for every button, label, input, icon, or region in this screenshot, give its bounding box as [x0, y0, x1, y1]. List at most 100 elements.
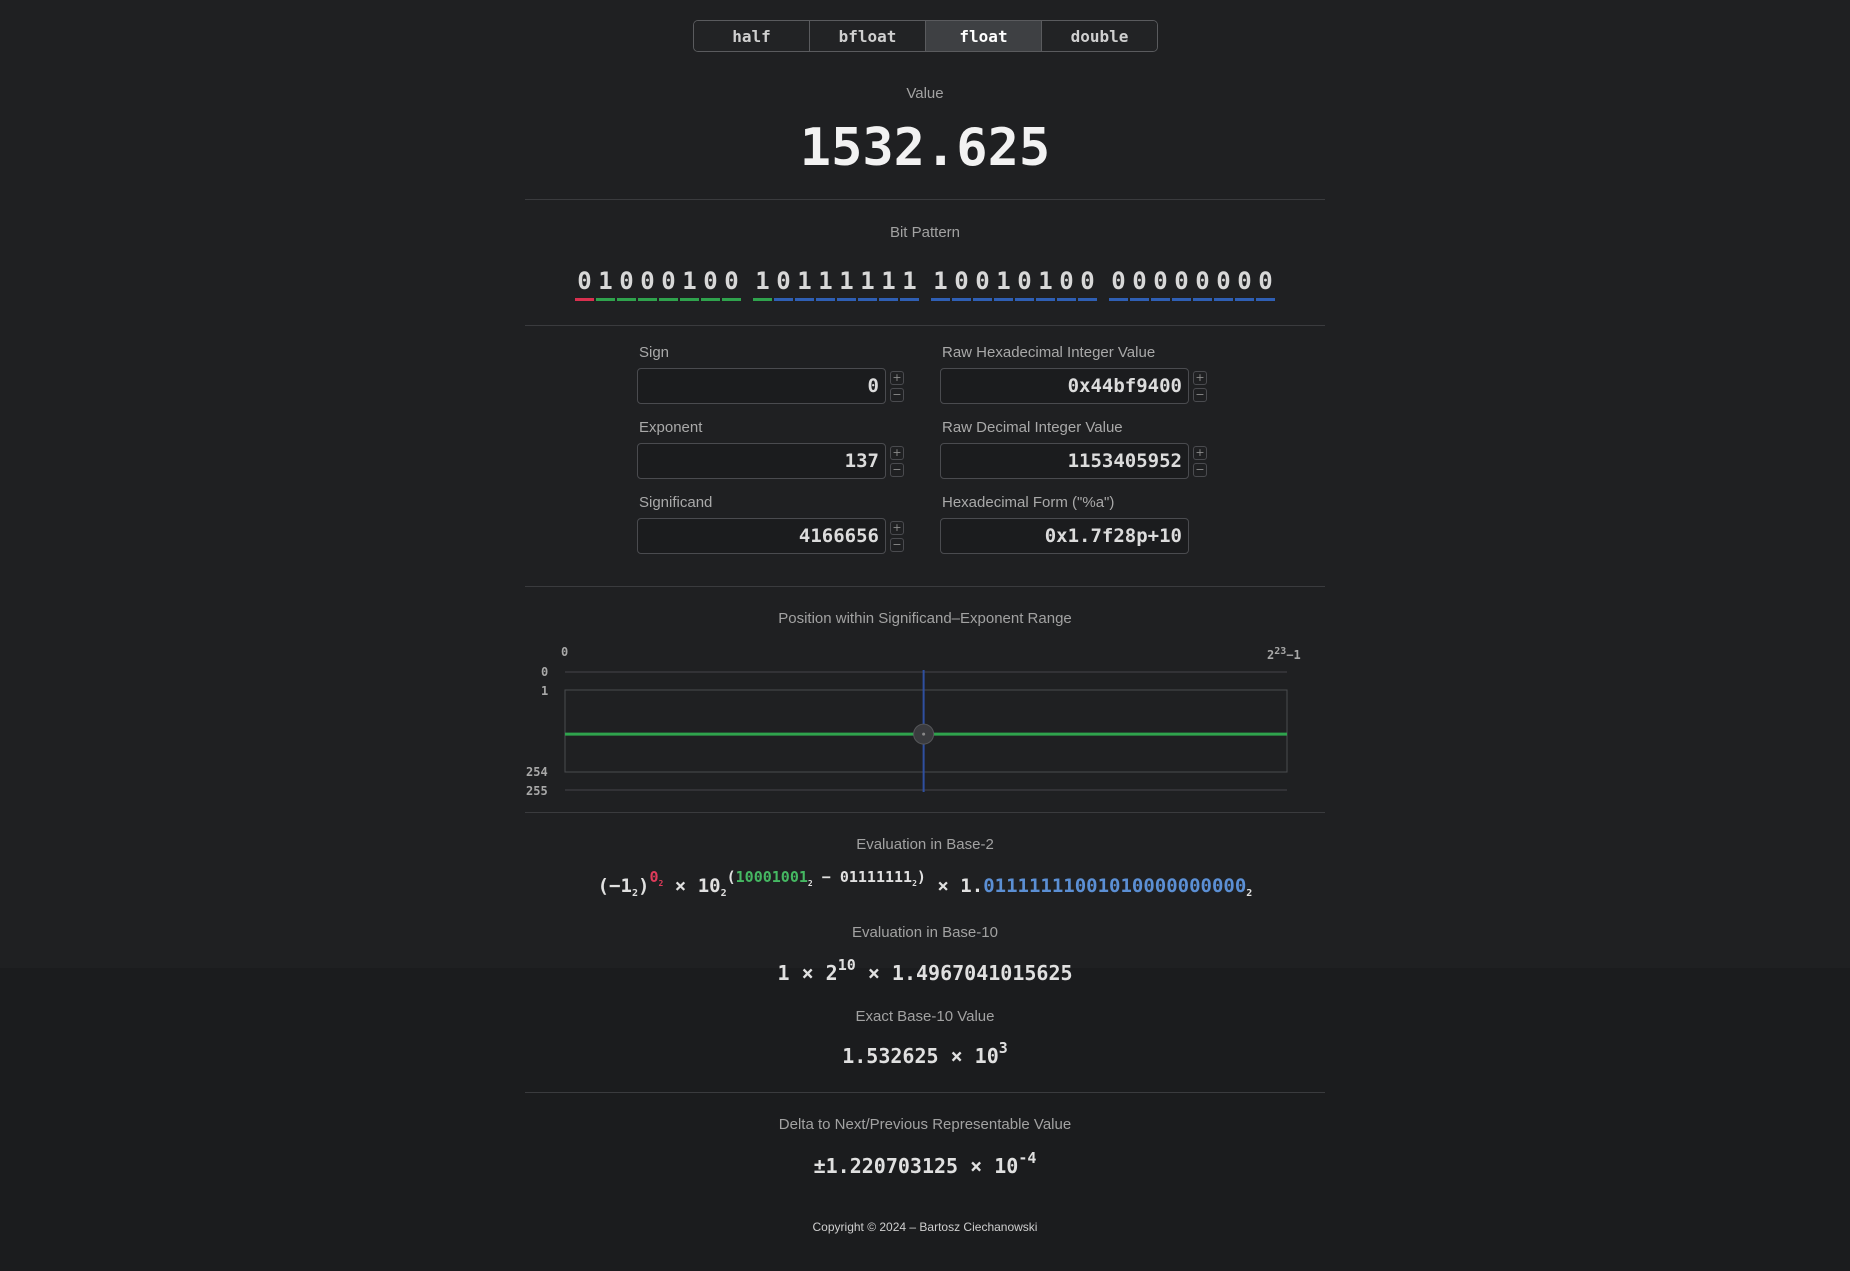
exact-expression: 1.532625 × 103 [525, 1039, 1325, 1068]
significand-input[interactable] [637, 518, 886, 554]
tab-float[interactable]: float [926, 21, 1042, 51]
sign-bit[interactable]: 0 [575, 266, 594, 301]
base2-subscript: 2 [1246, 888, 1253, 899]
significand-bit[interactable]: 0 [1235, 266, 1254, 301]
exponent-increment-button[interactable]: + [890, 445, 904, 460]
x-min-label: 0 [561, 645, 569, 659]
bit-group-gap [920, 266, 930, 301]
significand-bit[interactable]: 0 [1151, 266, 1170, 301]
significand-bit[interactable]: 1 [795, 266, 814, 301]
significand-increment-button[interactable]: + [890, 520, 904, 535]
base2-ten: 10 [697, 875, 721, 897]
significand-bit[interactable]: 0 [973, 266, 992, 301]
base10-mantissa: 1.4967041015625 [891, 961, 1073, 985]
hex-form-input[interactable] [940, 518, 1189, 554]
significand-bit[interactable]: 1 [879, 266, 898, 301]
divider [525, 586, 1325, 587]
hex-form-label: Hexadecimal Form ("%a") [942, 494, 1115, 511]
times-sign: × [937, 875, 949, 897]
significand-decrement-button[interactable]: − [890, 537, 904, 552]
exponent-bit[interactable]: 0 [659, 266, 678, 301]
significand-bit[interactable]: 0 [1214, 266, 1233, 301]
value-display[interactable]: 1532.625 [525, 118, 1325, 178]
sign-increment-button[interactable]: + [890, 370, 904, 385]
significand-bit[interactable]: 0 [774, 266, 793, 301]
base2-close-paren: ) [638, 875, 650, 897]
exponent-bit[interactable]: 1 [753, 266, 772, 301]
base10-lead: 1 [777, 961, 790, 985]
significand-bit[interactable]: 1 [1036, 266, 1055, 301]
significand-bit[interactable]: 0 [1172, 266, 1191, 301]
base10-expression: 1 × 210 × 1.4967041015625 [525, 956, 1325, 985]
divider [525, 199, 1325, 200]
raw-dec-increment-button[interactable]: + [1193, 445, 1207, 460]
divider [525, 325, 1325, 326]
tab-double[interactable]: double [1042, 21, 1157, 51]
exact-power: 3 [998, 1039, 1008, 1057]
raw-hex-input[interactable] [940, 368, 1189, 404]
significand-bit[interactable]: 1 [900, 266, 919, 301]
x-max-exponent: 23 [1274, 646, 1287, 657]
exponent-bit[interactable]: 0 [722, 266, 741, 301]
exponent-bit[interactable]: 1 [596, 266, 615, 301]
times-sign: × [674, 875, 687, 897]
significand-bit[interactable]: 1 [837, 266, 856, 301]
exponent-bit[interactable]: 0 [638, 266, 657, 301]
base2-sign-exponent: 02 [649, 868, 664, 888]
exponent-bit[interactable]: 0 [701, 266, 720, 301]
exponent-bit[interactable]: 0 [617, 266, 636, 301]
base2-exponent-bits: 10001001 [735, 868, 808, 886]
raw-hex-increment-button[interactable]: + [1193, 370, 1207, 385]
sign-label: Sign [639, 344, 670, 361]
base10-power: 10 [837, 956, 856, 974]
significand-bit[interactable]: 0 [1109, 266, 1128, 301]
exponent-label: Exponent [639, 419, 703, 436]
exponent-decrement-button[interactable]: − [890, 462, 904, 477]
exact-mantissa: 1.532625 [842, 1044, 939, 1068]
significand-bit[interactable]: 0 [1078, 266, 1097, 301]
exponent-input[interactable] [637, 443, 886, 479]
raw-dec-label: Raw Decimal Integer Value [942, 419, 1123, 436]
significand-bit[interactable]: 1 [931, 266, 950, 301]
divider [525, 812, 1325, 813]
delta-expression: ±1.220703125 × 10-4 [525, 1149, 1325, 1178]
base2-sign-base: (−1 [597, 875, 632, 897]
significand-bit[interactable]: 0 [1057, 266, 1076, 301]
raw-hex-decrement-button[interactable]: − [1193, 387, 1207, 402]
significand-bit[interactable]: 1 [858, 266, 877, 301]
significand-bit[interactable]: 0 [1256, 266, 1275, 301]
exact-caption: Exact Base-10 Value [855, 1008, 995, 1025]
bit-group-gap [1098, 266, 1108, 301]
value-caption: Value [906, 85, 944, 102]
bit-pattern-caption: Bit Pattern [889, 224, 961, 241]
delta-caption: Delta to Next/Previous Representable Val… [778, 1116, 1072, 1133]
significand-bit[interactable]: 0 [952, 266, 971, 301]
base2-mantissa-prefix: 1. [960, 875, 984, 897]
exact-ten: 10 [974, 1044, 999, 1068]
raw-dec-field-group: Raw Decimal Integer Value + − [940, 419, 1210, 479]
exponent-bit[interactable]: 1 [680, 266, 699, 301]
significand-bit[interactable]: 1 [816, 266, 835, 301]
base2-subscript: 2 [720, 888, 727, 899]
raw-dec-decrement-button[interactable]: − [1193, 462, 1207, 477]
delta-mantissa: ±1.220703125 [813, 1154, 959, 1178]
times-sign: × [950, 1044, 963, 1068]
sign-input[interactable] [637, 368, 886, 404]
base2-caption: Evaluation in Base-2 [856, 836, 994, 853]
bit-pattern: 01000100101111111001010000000000 [525, 266, 1325, 301]
significand-bit[interactable]: 1 [994, 266, 1013, 301]
tab-bfloat[interactable]: bfloat [810, 21, 926, 51]
bit-group-gap [742, 266, 752, 301]
significand-field-group: Significand + − [637, 494, 907, 554]
base2-expression: (−12)02 × 102(100010012 − 011111112) × 1… [525, 868, 1325, 899]
tab-half[interactable]: half [694, 21, 810, 51]
significand-bit[interactable]: 0 [1193, 266, 1212, 301]
raw-dec-input[interactable] [940, 443, 1189, 479]
delta-power: -4 [1018, 1149, 1037, 1167]
range-plot[interactable] [525, 660, 1325, 800]
raw-hex-label: Raw Hexadecimal Integer Value [942, 344, 1156, 361]
significand-bit[interactable]: 0 [1130, 266, 1149, 301]
sign-decrement-button[interactable]: − [890, 387, 904, 402]
significand-bit[interactable]: 0 [1015, 266, 1034, 301]
position-knob-center [922, 732, 926, 736]
